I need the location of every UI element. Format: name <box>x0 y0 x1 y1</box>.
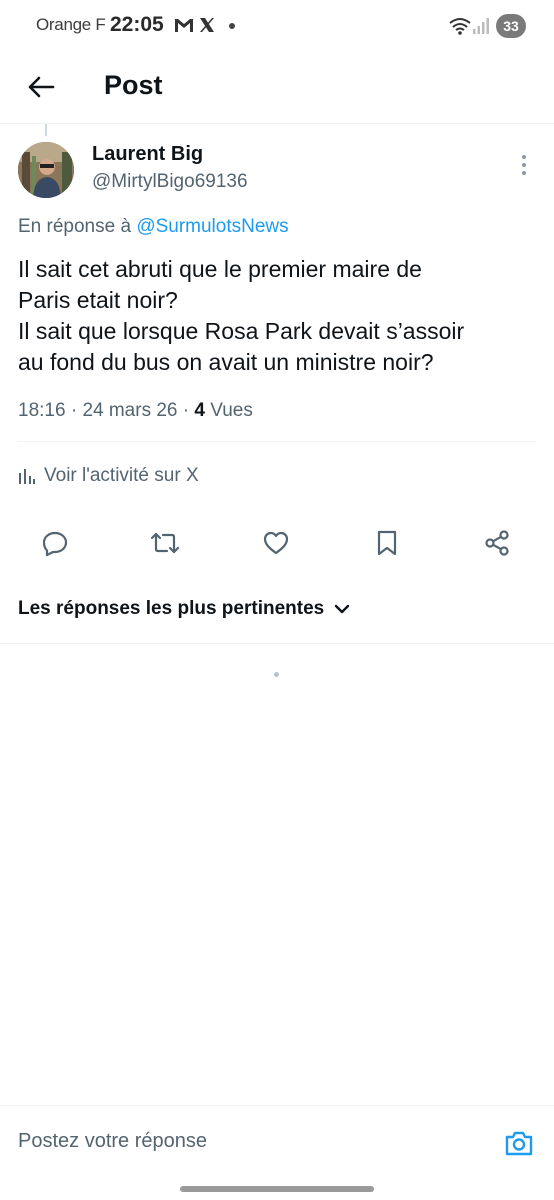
author-name[interactable]: Laurent Big <box>92 143 203 166</box>
reply-to-link[interactable]: @SurmulotsNews <box>136 216 288 237</box>
replies-sort-label: Les réponses les plus pertinentes <box>18 598 325 619</box>
top-app-bar: Post <box>0 52 554 124</box>
share-button[interactable] <box>477 523 517 563</box>
views-count: 4 <box>194 400 205 421</box>
more-options-button[interactable] <box>514 152 534 180</box>
reply-button[interactable] <box>35 523 75 563</box>
chevron-down-icon <box>335 604 350 614</box>
camera-icon <box>505 1131 533 1156</box>
back-button[interactable] <box>22 68 60 106</box>
post-date: 24 mars 26 <box>82 400 178 421</box>
view-activity-link[interactable]: Voir l'activité sur X <box>18 465 199 487</box>
retweet-icon <box>150 532 180 554</box>
signal-icon <box>472 17 490 40</box>
divider <box>18 441 536 442</box>
more-dot <box>522 171 526 175</box>
arrow-left-icon <box>28 76 55 98</box>
author-handle[interactable]: @MirtylBigo69136 <box>92 171 248 193</box>
post-text-line: Il sait cet abruti que le premier maire … <box>18 256 422 282</box>
gesture-home-bar[interactable] <box>180 1186 374 1192</box>
x-icon <box>198 15 216 40</box>
post-text-line: au fond du bus on avait un ministre noir… <box>18 349 434 375</box>
post-action-bar <box>0 523 554 563</box>
camera-button[interactable] <box>503 1128 535 1160</box>
reply-prefix: En réponse à <box>18 216 132 237</box>
gmail-icon <box>173 15 195 40</box>
page-title: Post <box>104 70 163 100</box>
status-bar: Orange F 22:05 33 <box>0 0 554 52</box>
like-button[interactable] <box>256 523 296 563</box>
divider <box>0 643 554 644</box>
reply-icon <box>42 531 68 557</box>
bookmark-icon <box>377 530 397 556</box>
avatar[interactable] <box>18 142 74 198</box>
post-time: 18:16 <box>18 400 66 421</box>
wifi-icon <box>448 16 472 41</box>
share-icon <box>485 530 509 556</box>
notification-dot <box>229 23 235 29</box>
replies-sort-dropdown[interactable]: Les réponses les plus pertinentes <box>18 598 350 620</box>
thread-connector-line <box>45 124 47 136</box>
analytics-icon <box>19 469 35 484</box>
post-text: Il sait cet abruti que le premier maire … <box>18 254 538 378</box>
more-dots-icon <box>522 155 526 159</box>
carrier-label: Orange F <box>36 15 106 34</box>
reply-input[interactable] <box>18 1130 478 1153</box>
views-label[interactable]: Vues <box>210 400 253 421</box>
post-meta: 18:16 · 24 mars 26 · 4 Vues <box>18 400 253 422</box>
meta-separator: · <box>182 400 195 421</box>
clock: 22:05 <box>110 13 164 36</box>
post-text-line: Paris etait noir? <box>18 287 178 313</box>
more-dot <box>522 163 526 167</box>
bookmark-button[interactable] <box>367 523 407 563</box>
post-text-line: Il sait que lorsque Rosa Park devait s’a… <box>18 318 465 344</box>
reply-composer <box>0 1105 554 1181</box>
view-activity-label: Voir l'activité sur X <box>44 465 199 486</box>
meta-separator: · <box>70 400 83 421</box>
battery-indicator: 33 <box>496 14 526 38</box>
loading-indicator <box>274 672 279 677</box>
retweet-button[interactable] <box>145 523 185 563</box>
like-icon <box>263 531 289 555</box>
reply-context: En réponse à @SurmulotsNews <box>18 216 289 238</box>
